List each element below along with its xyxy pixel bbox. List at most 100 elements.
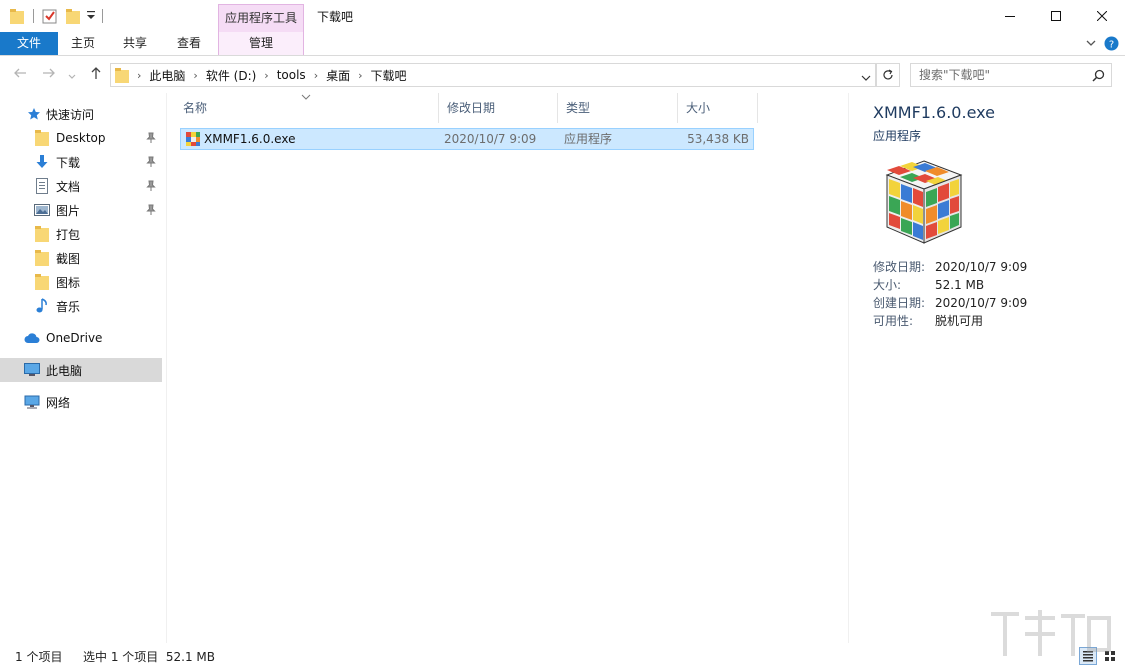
nav-item-pack[interactable]: 打包 xyxy=(0,222,162,246)
search-icon[interactable] xyxy=(1092,69,1105,85)
customize-toolbar-dropdown-icon[interactable] xyxy=(86,9,96,24)
pin-icon[interactable] xyxy=(146,180,156,195)
breadcrumb-tools[interactable]: tools xyxy=(277,68,306,82)
column-header-type[interactable]: 类型 xyxy=(558,93,678,123)
detail-row-modified: 修改日期: 2020/10/7 9:09 xyxy=(873,260,1028,274)
maximize-icon xyxy=(1051,10,1061,21)
nav-item-label: 图片 xyxy=(56,203,81,218)
breadcrumb-current-folder[interactable]: 下载吧 xyxy=(371,67,407,84)
minimize-icon xyxy=(1005,15,1015,17)
nav-item-label: 网络 xyxy=(46,395,71,410)
nav-item-music[interactable]: 音乐 xyxy=(0,294,162,318)
file-row-xmmf-exe[interactable]: XMMF1.6.0.exe 2020/10/7 9:09 应用程序 53,438… xyxy=(180,128,754,150)
picture-icon xyxy=(34,202,50,218)
properties-check-icon[interactable] xyxy=(42,8,58,27)
column-header-modified[interactable]: 修改日期 xyxy=(439,93,558,123)
breadcrumb-separator[interactable]: › xyxy=(264,69,268,82)
search-box[interactable] xyxy=(910,63,1112,87)
tab-share[interactable]: 共享 xyxy=(112,32,158,55)
nav-item-label: 打包 xyxy=(56,227,81,242)
detail-row-size: 大小: 52.1 MB xyxy=(873,278,985,292)
address-bar[interactable]: › 此电脑 › 软件 (D:) › tools › 桌面 › 下载吧 xyxy=(110,63,876,87)
network-icon xyxy=(24,394,40,410)
nav-this-pc[interactable]: 此电脑 xyxy=(0,358,162,382)
computer-icon xyxy=(24,362,40,378)
detail-row-created: 创建日期: 2020/10/7 9:09 xyxy=(873,296,1028,310)
tab-file[interactable]: 文件 xyxy=(0,32,58,55)
nav-item-label: 快速访问 xyxy=(46,107,95,122)
nav-item-pictures[interactable]: 图片 xyxy=(0,198,162,222)
nav-item-label: 文档 xyxy=(56,179,81,194)
close-button[interactable] xyxy=(1079,0,1125,31)
nav-quick-access[interactable]: 快速访问 xyxy=(0,102,162,126)
tab-home[interactable]: 主页 xyxy=(60,32,106,55)
pin-icon[interactable] xyxy=(146,156,156,171)
pin-icon[interactable] xyxy=(146,132,156,147)
download-arrow-icon xyxy=(34,154,50,170)
preview-file-name: XMMF1.6.0.exe xyxy=(873,103,995,122)
status-bar: 1 个项目 选中 1 个项目 52.1 MB xyxy=(0,643,1125,667)
folder-icon xyxy=(115,67,129,83)
selection-info: 选中 1 个项目 52.1 MB xyxy=(83,650,216,664)
breadcrumb-separator[interactable]: › xyxy=(314,69,318,82)
navigation-bar: › 此电脑 › 软件 (D:) › tools › 桌面 › 下载吧 xyxy=(0,57,1125,93)
star-icon xyxy=(26,106,42,122)
file-name: XMMF1.6.0.exe xyxy=(204,132,296,146)
nav-item-label: 音乐 xyxy=(56,299,81,314)
up-arrow-icon[interactable] xyxy=(89,66,103,84)
pin-icon[interactable] xyxy=(146,204,156,219)
forward-arrow-icon[interactable] xyxy=(42,66,56,84)
nav-item-documents[interactable]: 文档 xyxy=(0,174,162,198)
tab-manage[interactable]: 管理 xyxy=(218,32,304,55)
minimize-button[interactable] xyxy=(987,0,1033,31)
breadcrumb-separator[interactable]: › xyxy=(137,69,141,82)
search-input[interactable] xyxy=(911,64,1087,86)
help-icon[interactable]: ? xyxy=(1104,36,1119,54)
music-icon xyxy=(34,298,50,314)
breadcrumb-drive-d[interactable]: 软件 (D:) xyxy=(206,67,256,84)
close-icon xyxy=(1097,10,1107,21)
folder-icon xyxy=(34,130,50,146)
breadcrumb-this-pc[interactable]: 此电脑 xyxy=(149,67,185,84)
expand-ribbon-chevron-icon[interactable] xyxy=(1086,37,1096,52)
preview-file-type: 应用程序 xyxy=(873,129,922,143)
new-folder-icon[interactable] xyxy=(66,8,80,27)
nav-item-label: Desktop xyxy=(56,131,106,145)
refresh-button[interactable] xyxy=(876,63,900,87)
refresh-icon xyxy=(883,69,893,80)
nav-onedrive[interactable]: OneDrive xyxy=(0,326,162,350)
window-title: 下载吧 xyxy=(317,10,354,24)
address-history-chevron-icon[interactable] xyxy=(861,71,871,85)
toolbar-separator xyxy=(33,9,34,23)
maximize-button[interactable] xyxy=(1033,0,1079,31)
breadcrumb-separator[interactable]: › xyxy=(358,69,362,82)
nav-item-label: 截图 xyxy=(56,251,81,266)
folder-icon xyxy=(34,226,50,242)
folder-icon xyxy=(34,250,50,266)
nav-item-screenshots[interactable]: 截图 xyxy=(0,246,162,270)
contextual-tab-header: 应用程序工具 xyxy=(218,4,304,32)
nav-item-label: 下载 xyxy=(56,155,81,170)
nav-item-label: OneDrive xyxy=(46,331,103,345)
nav-item-label: 此电脑 xyxy=(46,363,83,378)
folder-icon[interactable] xyxy=(10,8,24,27)
breadcrumb-separator[interactable]: › xyxy=(193,69,197,82)
detail-row-availability: 可用性: 脱机可用 xyxy=(873,314,984,328)
rubiks-cube-icon xyxy=(879,157,969,250)
column-header-name[interactable]: 名称 xyxy=(175,93,439,123)
nav-item-desktop[interactable]: Desktop xyxy=(0,126,162,150)
breadcrumb-desktop[interactable]: 桌面 xyxy=(326,67,350,84)
navigation-pane: 快速访问 Desktop 下载 文档 图片 打包 截图 图标 音乐 OneDri… xyxy=(0,93,166,643)
recent-locations-chevron-icon[interactable] xyxy=(68,69,76,85)
file-modified: 2020/10/7 9:09 xyxy=(444,132,537,146)
column-header-size[interactable]: 大小 xyxy=(678,93,758,123)
back-arrow-icon[interactable] xyxy=(13,66,27,84)
nav-network[interactable]: 网络 xyxy=(0,390,162,414)
file-type: 应用程序 xyxy=(564,132,613,146)
nav-item-downloads[interactable]: 下载 xyxy=(0,150,162,174)
item-count: 1 个项目 xyxy=(15,650,63,664)
tab-view[interactable]: 查看 xyxy=(164,32,214,55)
title-bar: 应用程序工具 下载吧 xyxy=(0,0,1125,32)
nav-item-icons[interactable]: 图标 xyxy=(0,270,162,294)
folder-icon xyxy=(34,274,50,290)
